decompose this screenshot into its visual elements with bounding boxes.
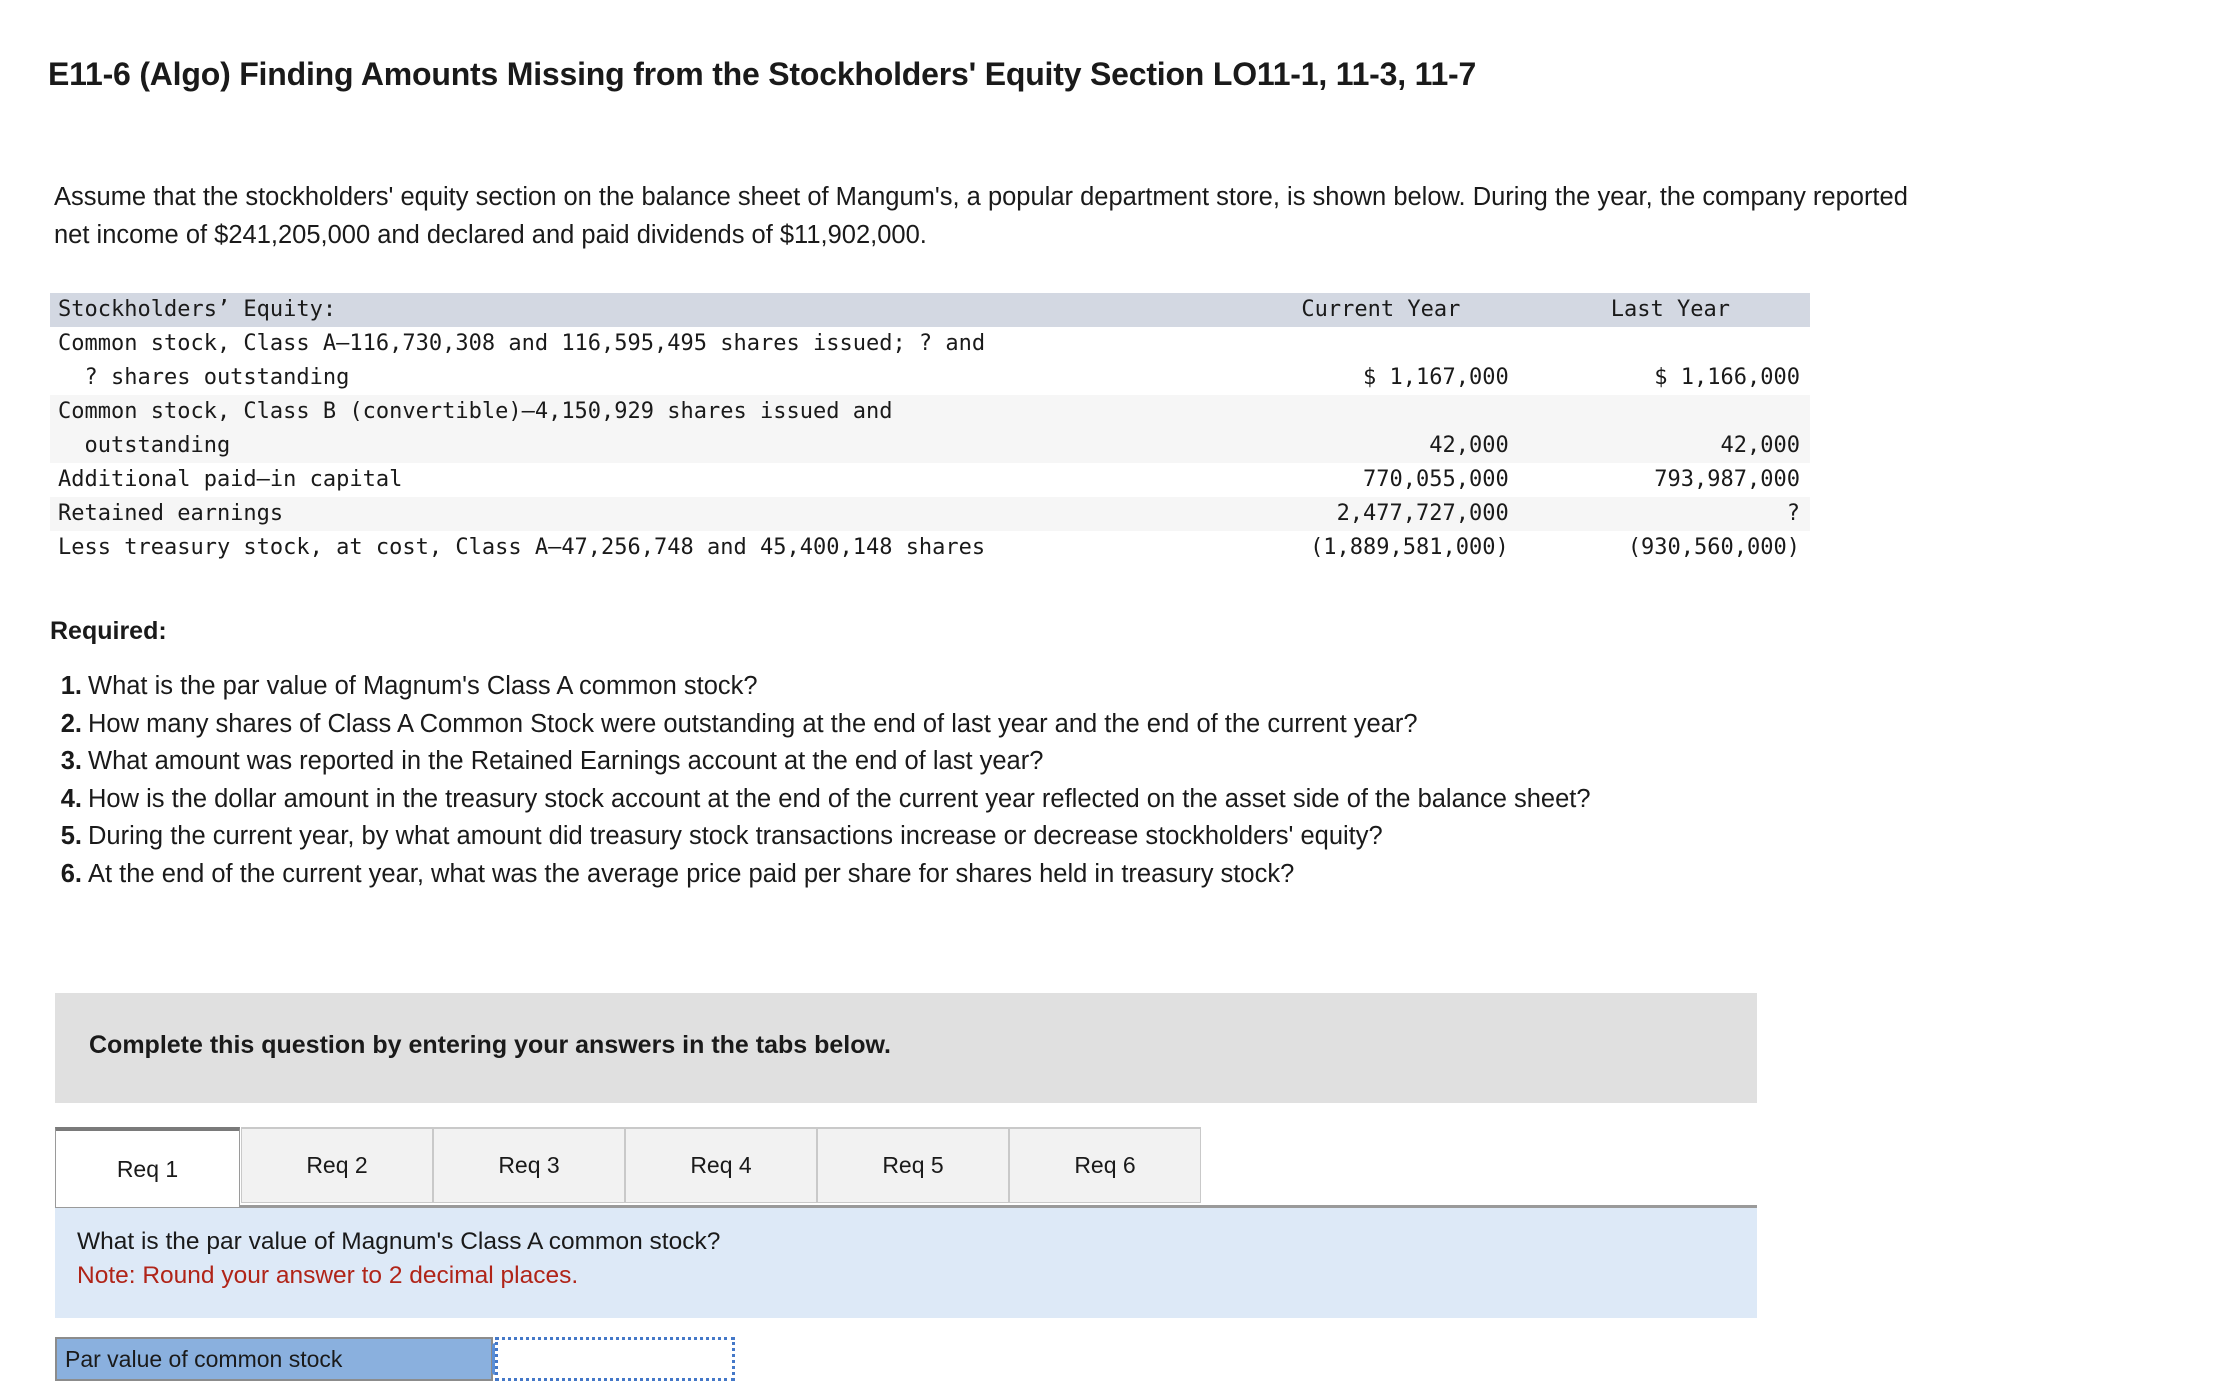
list-item-number: 2. (60, 709, 82, 738)
instruction-banner: Complete this question by entering your … (55, 993, 1757, 1103)
row-label: Common stock, Class A—116,730,308 and 11… (50, 327, 1231, 395)
row-current-year: 770,055,000 (1231, 463, 1531, 497)
tab-label: Req 6 (1074, 1152, 1136, 1178)
list-item-text: At the end of the current year, what was… (88, 859, 1295, 888)
question-text: What is the par value of Magnum's Class … (77, 1228, 721, 1255)
list-item-text: How is the dollar amount in the treasury… (88, 784, 1591, 813)
stockholders-equity-table: Stockholders’ Equity: Current Year Last … (50, 293, 1810, 565)
list-item-text: What is the par value of Magnum's Class … (88, 672, 758, 700)
list-item: 2. How many shares of Class A Common Stoc… (61, 706, 1966, 744)
table-row: Additional paid—in capital 770,055,000 7… (50, 463, 1810, 497)
required-list: 1. What is the par value of Magnum's Clas… (36, 668, 1966, 893)
tab-label: Req 5 (882, 1152, 944, 1178)
tab-label: Req 3 (498, 1152, 560, 1178)
row-label-line1: Common stock, Class B (convertible)—4,15… (58, 399, 893, 424)
list-item-text: How many shares of Class A Common Stock … (88, 709, 1418, 738)
page-title: E11-6 (Algo) Finding Amounts Missing fro… (48, 56, 1477, 92)
row-last-year-value: $ 1,166,000 (1654, 365, 1800, 390)
tab-req-3[interactable]: Req 3 (433, 1127, 625, 1203)
tab-req-2[interactable]: Req 2 (241, 1127, 433, 1203)
list-item: 1. What is the par value of Magnum's Clas… (61, 668, 1966, 706)
row-label-line1: Common stock, Class A—116,730,308 and 11… (58, 331, 986, 356)
tab-label: Req 1 (116, 1155, 179, 1182)
table-row: Common stock, Class A—116,730,308 and 11… (50, 327, 1810, 395)
tab-label: Req 2 (306, 1152, 368, 1178)
column-header-last-year: Last Year (1530, 293, 1810, 327)
par-value-input[interactable] (495, 1337, 735, 1381)
table-header-label: Stockholders’ Equity: (50, 293, 1231, 327)
tab-label: Req 4 (690, 1152, 752, 1178)
list-item-number: 6. (60, 859, 82, 888)
answer-row-label: Par value of common stock (55, 1337, 493, 1381)
tab-req-5[interactable]: Req 5 (817, 1127, 1009, 1203)
question-note: Note: Round your answer to 2 decimal pla… (77, 1262, 579, 1289)
tab-req-1[interactable]: Req 1 (55, 1127, 240, 1207)
table-body: Stockholders’ Equity: Current Year Last … (50, 293, 1810, 565)
row-current-year: (1,889,581,000) (1231, 531, 1531, 565)
row-current-year: $ 1,167,000 (1231, 327, 1531, 395)
row-last-year: $ 1,166,000 (1530, 327, 1810, 395)
row-label-line2: ? shares outstanding (58, 365, 350, 390)
question-panel: What is the par value of Magnum's Class … (55, 1205, 1757, 1318)
row-label: Retained earnings (50, 497, 1231, 531)
row-label-line2: outstanding (58, 433, 231, 458)
list-item-text: During the current year, by what amount … (88, 822, 1383, 850)
row-label: Less treasury stock, at cost, Class A—47… (50, 531, 1231, 565)
row-last-year: (930,560,000) (1530, 531, 1810, 565)
table-header-row: Stockholders’ Equity: Current Year Last … (50, 293, 1810, 327)
table-row: Less treasury stock, at cost, Class A—47… (50, 531, 1810, 565)
list-item: 6. At the end of the current year, what w… (61, 856, 1966, 894)
intro-paragraph: Assume that the stockholders' equity sec… (54, 183, 1908, 249)
row-current-year-value: $ 1,167,000 (1363, 365, 1509, 390)
list-item: 4. How is the dollar amount in the treasu… (61, 781, 1966, 819)
list-item-number: 1. (60, 672, 82, 700)
table-row: Retained earnings 2,477,727,000 ? (50, 497, 1810, 531)
tab-req-6[interactable]: Req 6 (1009, 1127, 1201, 1203)
list-item-text: What amount was reported in the Retained… (88, 747, 1044, 775)
requirement-tab-strip: Req 1 Req 2 Req 3 Req 4 Req 5 Req 6 (55, 1127, 1757, 1207)
list-item-number: 5. (60, 822, 82, 850)
table-row: Common stock, Class B (convertible)—4,15… (50, 395, 1810, 463)
row-last-year-value: 42,000 (1720, 433, 1800, 458)
row-last-year: 42,000 (1530, 395, 1810, 463)
row-label: Additional paid—in capital (50, 463, 1231, 497)
row-label: Common stock, Class B (convertible)—4,15… (50, 395, 1231, 463)
instruction-banner-text: Complete this question by entering your … (89, 1031, 891, 1059)
list-item: 3. What amount was reported in the Retain… (61, 743, 1966, 781)
column-header-current-year: Current Year (1231, 293, 1531, 327)
list-item: 5. During the current year, by what amoun… (61, 818, 1966, 856)
required-heading: Required: (50, 617, 167, 645)
tab-req-4[interactable]: Req 4 (625, 1127, 817, 1203)
row-current-year-value: 42,000 (1429, 433, 1509, 458)
row-last-year: 793,987,000 (1530, 463, 1810, 497)
row-last-year: ? (1530, 497, 1810, 531)
list-item-number: 3. (60, 747, 82, 775)
row-current-year: 2,477,727,000 (1231, 497, 1531, 531)
row-current-year: 42,000 (1231, 395, 1531, 463)
list-item-number: 4. (60, 784, 82, 813)
